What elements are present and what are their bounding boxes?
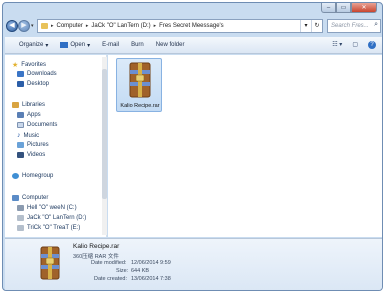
star-icon: ★	[12, 62, 19, 69]
nav-label: Pictures	[27, 142, 49, 148]
breadcrumb-computer[interactable]: Computer	[57, 23, 83, 29]
nav-favorites[interactable]: ★ Favorites	[12, 61, 46, 69]
downloads-icon	[17, 71, 24, 77]
breadcrumb-folder[interactable]: Fres Secret Meessage's	[159, 23, 224, 29]
email-button[interactable]: E-mail	[102, 42, 119, 48]
nav-documents[interactable]: Documents	[17, 122, 57, 128]
homegroup-icon	[12, 173, 19, 179]
command-bar: Organize ▾ Open ▾ E-mail Burn New folder…	[5, 37, 382, 54]
open-button[interactable]: Open ▾	[60, 42, 90, 49]
computer-icon	[12, 195, 19, 201]
details-pane: Kalio Recipe.rar 360压缩 RAR 文件 Date modif…	[5, 238, 382, 290]
desktop-icon	[17, 81, 24, 87]
nav-desktop[interactable]: Desktop	[17, 81, 49, 87]
breadcrumb-drive[interactable]: JaCk "O" LanTern (D:)	[91, 23, 150, 29]
scrollbar-thumb[interactable]	[102, 69, 107, 199]
nav-drive-e[interactable]: TriCk "O" TreaT (E:)	[17, 225, 80, 231]
details-created-value: 13/06/2014 7:38	[131, 276, 171, 282]
music-icon: ♪	[17, 132, 21, 139]
libraries-icon	[12, 102, 19, 108]
navigation-pane: ★ Favorites Downloads Desktop Libraries …	[5, 55, 107, 237]
minimize-button[interactable]: –	[321, 3, 336, 13]
address-controls: ▾ ↻	[300, 20, 322, 32]
nav-drive-d[interactable]: JaCk "O" LanTern (D:)	[17, 215, 86, 221]
search-input[interactable]: Search Fres... ⌕	[327, 19, 381, 33]
new-folder-button[interactable]: New folder	[156, 42, 185, 48]
view-controls: ☷ ▾ ▢ ?	[332, 41, 376, 49]
nav-homegroup[interactable]: Homegroup	[12, 173, 53, 179]
nav-label: TriCk "O" TreaT (E:)	[27, 225, 81, 231]
nav-libraries[interactable]: Libraries	[12, 102, 45, 108]
nav-label: Desktop	[27, 81, 50, 87]
nav-label: Music	[23, 132, 40, 139]
documents-icon	[17, 122, 24, 128]
nav-label: Hell "O" weeN (C:)	[27, 205, 77, 211]
details-file-name: Kalio Recipe.rar	[73, 243, 120, 250]
videos-icon	[17, 152, 24, 158]
details-created-label: Date created:	[94, 276, 128, 282]
nav-music[interactable]: ♪ Music	[17, 132, 39, 139]
back-button[interactable]: ◀	[6, 20, 18, 32]
maximize-button[interactable]: ▭	[336, 3, 351, 13]
drive-icon	[17, 215, 24, 221]
details-file-type: 360压缩 RAR 文件	[73, 254, 119, 260]
dropdown-icon[interactable]: ▾	[300, 20, 311, 32]
nav-pictures[interactable]: Pictures	[17, 142, 49, 148]
chevron-right-icon[interactable]: ▸	[51, 23, 54, 29]
organize-button[interactable]: Organize ▾	[19, 42, 48, 49]
nav-label: Videos	[27, 152, 46, 158]
winrar-archive-icon	[129, 62, 151, 98]
nav-label: Libraries	[22, 102, 46, 108]
change-view-icon[interactable]: ☷ ▾	[332, 41, 342, 49]
file-item[interactable]: Kalio Recipe.rar	[116, 58, 162, 112]
search-icon[interactable]: ⌕	[374, 21, 378, 29]
search-placeholder: Search Fres...	[331, 23, 369, 29]
nav-downloads[interactable]: Downloads	[17, 71, 57, 77]
chevron-down-icon: ▾	[45, 42, 49, 49]
preview-pane-icon[interactable]: ▢	[352, 41, 358, 49]
close-button[interactable]: ✕	[351, 3, 377, 13]
nav-label: Homegroup	[22, 173, 54, 179]
chevron-right-icon[interactable]: ▸	[86, 23, 89, 29]
recent-pages-icon[interactable]: ▾	[31, 23, 34, 29]
drive-icon	[17, 205, 24, 211]
help-icon[interactable]: ?	[368, 41, 376, 49]
nav-videos[interactable]: Videos	[17, 152, 45, 158]
burn-button[interactable]: Burn	[131, 42, 144, 48]
nav-label: JaCk "O" LanTern (D:)	[27, 215, 87, 221]
nav-label: Apps	[27, 112, 41, 118]
chevron-down-icon: ▾	[87, 42, 91, 49]
winrar-archive-icon	[40, 246, 60, 280]
details-modified-value: 12/06/2014 9:59	[131, 260, 171, 266]
open-label: Open	[70, 42, 86, 48]
chevron-right-icon[interactable]: ▸	[154, 23, 157, 29]
nav-label: Computer	[22, 195, 49, 201]
nav-label: Documents	[27, 122, 58, 128]
nav-scrollbar[interactable]	[102, 57, 107, 235]
explorer-window: – ▭ ✕ ◀ ▶ ▾ ▸ Computer ▸ JaCk "O" LanTer…	[2, 2, 383, 291]
nav-apps[interactable]: Apps	[17, 112, 41, 118]
nav-computer[interactable]: Computer	[12, 195, 48, 201]
navigation-row: ◀ ▶ ▾ ▸ Computer ▸ JaCk "O" LanTern (D:)…	[3, 17, 382, 35]
forward-button[interactable]: ▶	[18, 20, 30, 32]
address-bar[interactable]: ▸ Computer ▸ JaCk "O" LanTern (D:) ▸ Fre…	[37, 19, 323, 33]
folder-icon	[41, 23, 48, 29]
refresh-icon[interactable]: ↻	[311, 20, 322, 32]
open-icon	[60, 42, 69, 48]
file-name: Kalio Recipe.rar	[120, 103, 160, 109]
details-modified-label: Date modified:	[91, 260, 127, 266]
nav-drive-c[interactable]: Hell "O" weeN (C:)	[17, 205, 77, 211]
drive-icon	[17, 225, 24, 231]
nav-label: Downloads	[27, 71, 57, 77]
details-size-value: 644 KB	[131, 268, 150, 274]
file-list: Kalio Recipe.rar	[108, 55, 382, 237]
apps-icon	[17, 112, 24, 118]
organize-label: Organize	[19, 42, 44, 48]
window-controls: – ▭ ✕	[321, 3, 377, 14]
details-size-label: Size:	[116, 268, 129, 274]
pictures-icon	[17, 142, 24, 148]
nav-label: Favorites	[21, 62, 46, 68]
